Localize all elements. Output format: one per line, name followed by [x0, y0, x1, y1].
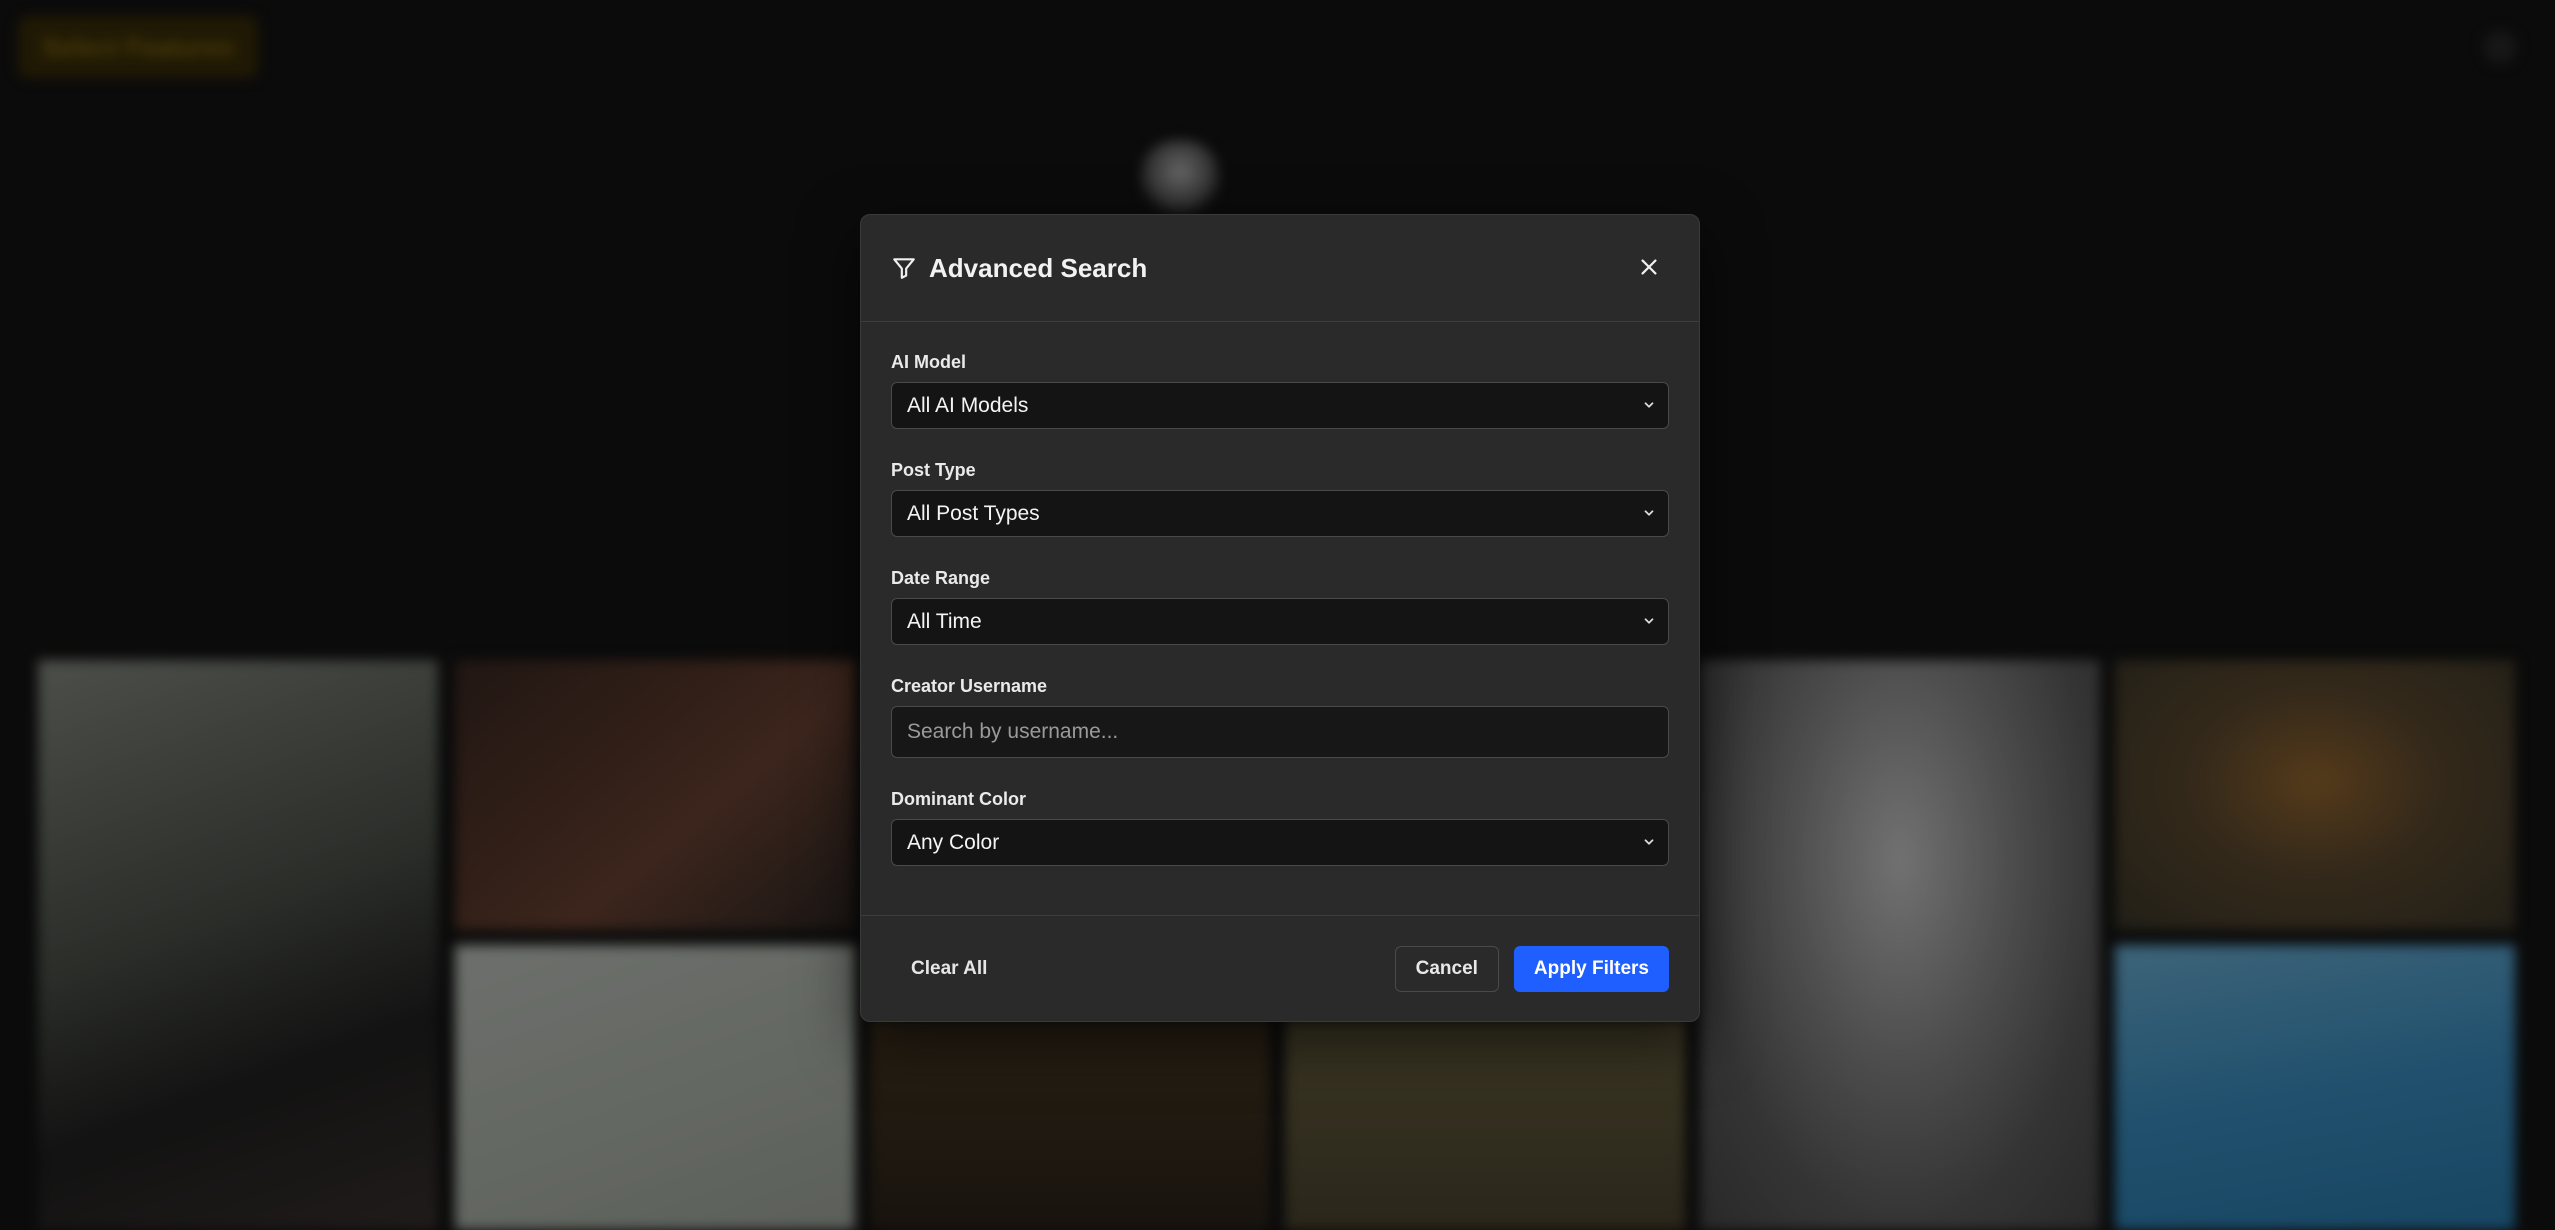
cancel-button[interactable]: Cancel [1394, 945, 1499, 992]
post-type-select[interactable]: All Post Types [891, 490, 1669, 537]
date-range-select[interactable]: All Time [891, 598, 1669, 645]
date-range-field: Date Range All Time [891, 568, 1669, 645]
footer-actions: Cancel Apply Filters [1394, 945, 1669, 992]
creator-username-field: Creator Username [891, 676, 1669, 758]
clear-all-button[interactable]: Clear All [891, 948, 1007, 990]
post-type-label: Post Type [891, 460, 976, 480]
chevron-down-icon [1642, 831, 1656, 855]
modal-header: Advanced Search [861, 215, 1699, 322]
ai-model-field: AI Model All AI Models [891, 352, 1669, 429]
post-type-value: All Post Types [907, 501, 1040, 525]
chevron-down-icon [1642, 610, 1656, 634]
date-range-value: All Time [907, 609, 982, 633]
ai-model-select[interactable]: All AI Models [891, 382, 1669, 429]
ai-model-label: AI Model [891, 352, 966, 372]
ai-model-value: All AI Models [907, 393, 1029, 417]
modal-body: AI Model All AI Models Post Type All Pos… [861, 322, 1699, 916]
modal-footer: Clear All Cancel Apply Filters [861, 916, 1699, 1021]
modal-title-group: Advanced Search [891, 253, 1147, 284]
filter-icon [891, 255, 917, 281]
date-range-label: Date Range [891, 568, 991, 588]
close-icon [1638, 256, 1660, 281]
close-button[interactable] [1629, 248, 1669, 288]
advanced-search-modal: Advanced Search AI Model All AI Models P… [860, 214, 1700, 1022]
dominant-color-field: Dominant Color Any Color [891, 789, 1669, 866]
creator-username-input[interactable] [891, 706, 1669, 758]
dominant-color-value: Any Color [907, 830, 1000, 854]
chevron-down-icon [1642, 502, 1656, 526]
dominant-color-label: Dominant Color [891, 789, 1026, 809]
apply-filters-button[interactable]: Apply Filters [1513, 945, 1669, 992]
page: Select Features Advanced Search AI Model… [0, 0, 2555, 1230]
chevron-down-icon [1642, 394, 1656, 418]
post-type-field: Post Type All Post Types [891, 460, 1669, 537]
dominant-color-select[interactable]: Any Color [891, 819, 1669, 866]
creator-username-label: Creator Username [891, 676, 1048, 696]
modal-title: Advanced Search [929, 252, 1148, 283]
